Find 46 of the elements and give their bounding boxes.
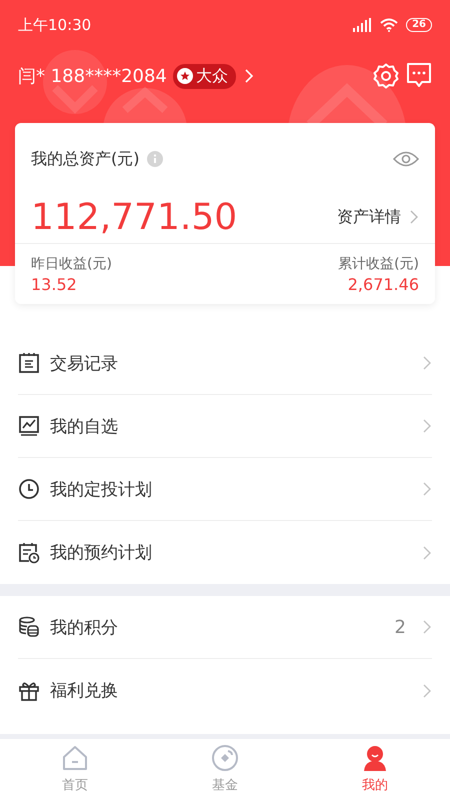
menu-item[interactable]: 我的定投计划 (18, 458, 432, 521)
menu-label: 我的积分 (50, 616, 118, 638)
user-name: 闫* 188****2084 (18, 65, 167, 88)
menu-item[interactable]: 我的预约计划 (18, 521, 432, 584)
chevron-icon (422, 355, 432, 371)
chevron-icon[interactable] (409, 209, 419, 225)
coins-icon (18, 616, 40, 638)
menu-item[interactable]: 交易记录 (18, 332, 432, 395)
menu-item[interactable]: 福利兑换 (18, 659, 432, 722)
menu-label: 福利兑换 (50, 680, 118, 702)
menu-item[interactable]: 我的积分 2 (18, 596, 432, 659)
eye-icon[interactable] (393, 150, 419, 168)
wifi-icon (380, 18, 398, 32)
chevron-icon (422, 481, 432, 497)
calendar-icon (18, 352, 40, 374)
menu-item[interactable]: 我的自选 (18, 395, 432, 458)
menu-label: 我的定投计划 (50, 478, 152, 500)
gift-icon (18, 680, 40, 702)
menu-label: 交易记录 (50, 352, 118, 374)
chevron-icon (422, 619, 432, 635)
clock-icon (18, 478, 40, 500)
home-icon (61, 744, 89, 772)
calendar-clock-icon (18, 542, 40, 564)
settings-icon[interactable] (372, 62, 400, 90)
battery-icon: 26 (406, 18, 432, 32)
person-icon (361, 744, 389, 772)
tab[interactable]: 我的 (300, 738, 450, 800)
points-value: 2 (394, 616, 406, 638)
menu-label: 我的预约计划 (50, 542, 152, 564)
chevron-icon (422, 544, 432, 560)
level-badge[interactable]: 大众 (172, 64, 236, 88)
chevron-icon (422, 682, 432, 698)
menu-label: 我的自选 (50, 416, 118, 438)
chart-icon (18, 415, 40, 437)
signal-icon (352, 18, 372, 32)
yesterday-label: 昨日收益(元) (31, 254, 112, 272)
card-title: 我的总资产(元) (31, 148, 140, 170)
cumulative-value: 2,671.46 (348, 274, 419, 294)
compass-icon (211, 744, 239, 772)
status-time: 上午10:30 (18, 16, 92, 34)
cumulative-label: 累计收益(元) (338, 254, 419, 272)
asset-detail-link[interactable]: 资产详情 (337, 206, 401, 228)
chevron-icon (422, 418, 432, 434)
message-icon[interactable] (406, 62, 432, 90)
yesterday-value: 13.52 (31, 274, 78, 294)
total-assets: 112,771.50 (31, 196, 238, 238)
